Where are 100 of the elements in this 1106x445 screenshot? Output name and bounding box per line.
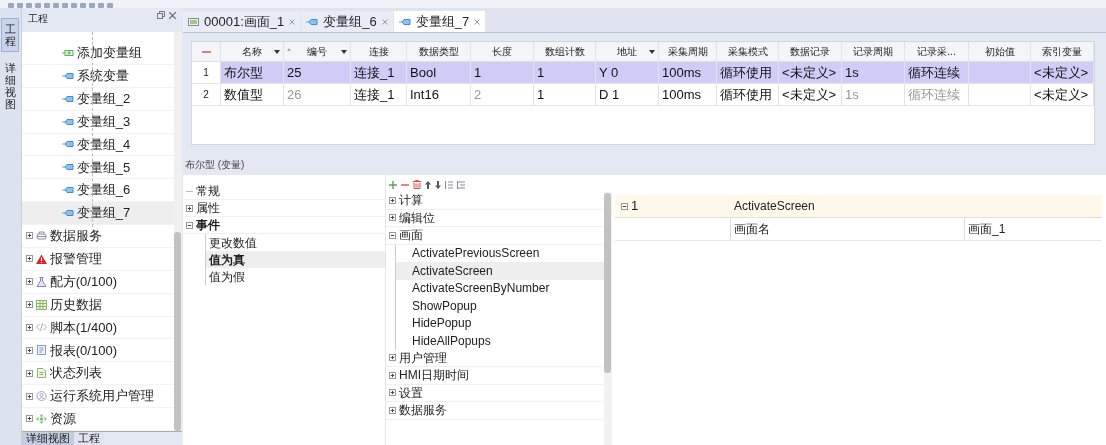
select-all-icon[interactable]	[201, 50, 211, 53]
expand-icon[interactable]	[389, 406, 396, 414]
tree-item[interactable]: 数据服务	[49, 226, 102, 246]
table-cell: 1s	[842, 62, 905, 83]
tree-item[interactable]: 报表(0/100)	[49, 340, 117, 361]
table-cell: 1	[534, 84, 596, 105]
report-icon	[35, 345, 47, 356]
side-tab[interactable]: 工程	[1, 18, 20, 53]
filter-dropdown-icon[interactable]	[341, 50, 347, 54]
column-header[interactable]: 初始值	[969, 42, 1031, 61]
tree-item[interactable]: 计算	[399, 192, 423, 210]
filter-dropdown-icon[interactable]	[274, 50, 280, 54]
panel-tab[interactable]: 工程	[73, 432, 104, 445]
down-arrow-icon[interactable]	[435, 180, 441, 189]
panel-tab[interactable]: 详细视图	[21, 432, 74, 445]
expand-icon[interactable]	[25, 392, 33, 400]
tree-item[interactable]: 属性	[196, 199, 220, 217]
side-tab[interactable]: 详细视图	[1, 58, 20, 115]
table-cell: 循环连续	[905, 62, 969, 83]
tag-icon	[306, 17, 319, 26]
tree-item[interactable]: 报警管理	[49, 249, 102, 269]
tree-item[interactable]: 常规	[196, 182, 220, 200]
table-row[interactable]: 1 布尔型 25 连接_1 Bool 1 1 Y 0 100ms 循环使用 <未定义> 1s 循环连续 <未定义>	[192, 62, 1094, 84]
table-row[interactable]: 2 数值型 26 连接_1 Int16 2 1 D 1 100ms 循环使用 <未定义> 1s 循环连续 <未定义>	[192, 84, 1094, 106]
filter-dropdown-icon[interactable]	[649, 50, 655, 54]
column-header[interactable]: 记录周期	[842, 42, 905, 61]
expand-icon[interactable]	[389, 354, 396, 362]
tree-item[interactable]: 数据服务	[399, 401, 447, 420]
table-cell: <未定义>	[779, 84, 842, 105]
expand-icon[interactable]	[389, 389, 396, 397]
column-header[interactable]: 数据类型	[407, 42, 471, 61]
expand-icon[interactable]	[389, 196, 396, 204]
close-icon[interactable]	[474, 18, 481, 25]
close-icon[interactable]	[169, 11, 176, 19]
indent-icon[interactable]	[445, 180, 453, 189]
column-header[interactable]: 地址	[596, 42, 659, 61]
column-header[interactable]: 长度	[471, 42, 534, 61]
tag-icon	[398, 17, 411, 26]
restore-icon[interactable]	[157, 11, 165, 19]
row-number: 2	[192, 84, 221, 105]
expand-icon[interactable]	[25, 278, 33, 286]
tree-item[interactable]: 设置	[399, 383, 423, 402]
table-cell: 数值型	[221, 84, 284, 105]
expand-icon[interactable]	[389, 371, 396, 379]
editor-tab[interactable]: 变量组_6	[301, 11, 393, 32]
row-number: 1	[192, 62, 221, 83]
expand-icon[interactable]	[186, 204, 193, 212]
code-icon	[35, 322, 47, 333]
expand-icon[interactable]	[25, 323, 33, 331]
resources-icon	[35, 413, 47, 424]
collapse-icon[interactable]	[389, 231, 396, 239]
function-item[interactable]: ActivateScreen	[395, 262, 604, 280]
tag-icon	[61, 117, 74, 126]
parameter-value[interactable]: 画面_1	[965, 218, 1102, 240]
tag-icon	[61, 140, 74, 149]
expand-icon[interactable]	[25, 369, 33, 377]
function-name: ActivateScreen	[733, 198, 815, 215]
collapse-icon[interactable]	[621, 202, 628, 210]
tree-item[interactable]: 用户管理	[399, 348, 447, 367]
screen-icon	[188, 16, 199, 27]
up-arrow-icon[interactable]	[425, 180, 431, 189]
tree-item[interactable]: 值为假	[205, 268, 385, 285]
tree-item[interactable]: 值为真	[205, 251, 385, 268]
tree-item[interactable]: 画面	[399, 226, 423, 245]
tree-item[interactable]: HMI日期时间	[399, 366, 469, 385]
column-header[interactable]: 数据记录	[779, 42, 842, 61]
editor-tab[interactable]: 00001:画面_1	[183, 11, 301, 32]
column-header[interactable]: 名称	[221, 42, 284, 61]
tree-item[interactable]: 运行系统用户管理	[49, 386, 154, 406]
table-cell: 25	[284, 62, 351, 83]
collapse-icon[interactable]	[186, 221, 193, 229]
tree-item[interactable]: 编辑位	[399, 208, 435, 227]
expand-icon[interactable]	[25, 346, 33, 354]
expand-icon[interactable]	[25, 255, 33, 263]
column-header[interactable]: 采集周期	[659, 42, 717, 61]
expand-icon[interactable]	[25, 301, 33, 309]
column-header[interactable]: 记录采...	[905, 42, 969, 61]
expand-icon[interactable]	[389, 214, 396, 222]
trash-icon[interactable]	[413, 180, 421, 189]
parameter-name: 画面名	[731, 218, 965, 240]
tree-item[interactable]: 状态列表	[49, 363, 102, 383]
column-header[interactable]: 数组计数	[534, 42, 596, 61]
document-icon	[35, 368, 47, 379]
scrollbar-thumb[interactable]	[174, 232, 181, 431]
tree-item[interactable]: 历史数据	[49, 294, 102, 315]
plus-icon[interactable]	[389, 180, 397, 189]
column-header[interactable]: 采集模式	[717, 42, 779, 61]
tree-item[interactable]: 资源	[49, 409, 76, 429]
expand-icon[interactable]	[25, 232, 33, 240]
column-header[interactable]: 索引变量	[1031, 42, 1094, 61]
column-header[interactable]: 编号	[284, 42, 351, 61]
table-cell: 连接_1	[351, 84, 407, 105]
outdent-icon[interactable]	[457, 180, 465, 189]
tree-item[interactable]: 事件	[196, 216, 220, 234]
scrollbar-thumb[interactable]	[604, 193, 611, 373]
tree-item[interactable]: 配方(0/100)	[49, 271, 117, 292]
editor-tab[interactable]: 变量组_7	[393, 11, 486, 32]
tree-item[interactable]: 脚本(1/400)	[49, 317, 117, 338]
column-header[interactable]: 连接	[351, 42, 407, 61]
expand-icon[interactable]	[25, 415, 33, 423]
